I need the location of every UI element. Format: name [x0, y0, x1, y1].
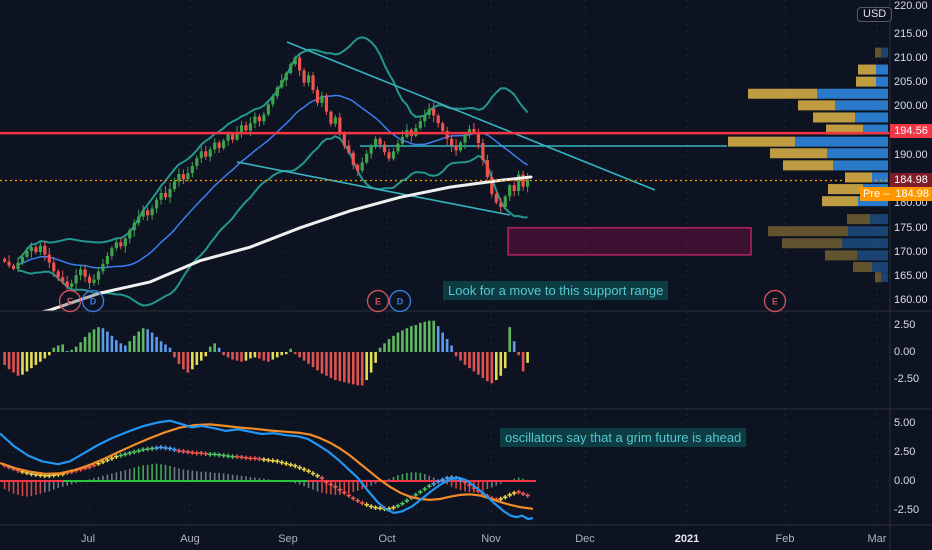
- price-axis-label: 190.00: [894, 149, 928, 161]
- currency-label: USD: [863, 8, 887, 20]
- svg-text:D: D: [397, 297, 404, 307]
- macd-axis-label: 0.00: [894, 346, 916, 358]
- chart-canvas[interactable]: EDEDE: [0, 0, 932, 550]
- trendline-2[interactable]: [236, 161, 511, 216]
- event-dividend[interactable]: D: [81, 289, 105, 313]
- svg-text:E: E: [375, 297, 381, 307]
- svg-text:E: E: [772, 297, 778, 307]
- time-axis-label: 2021: [674, 533, 700, 545]
- macd-histogram-pane[interactable]: [3, 320, 529, 386]
- time-axis-label: Nov: [481, 533, 501, 545]
- event-earnings[interactable]: E: [58, 289, 82, 313]
- oscillator-axis-label: 2.50: [894, 446, 916, 458]
- oscillator-note[interactable]: oscillators say that a grim future is ah…: [500, 428, 747, 447]
- oscillator-pane[interactable]: [0, 419, 536, 521]
- price-axis-label: 200.00: [894, 100, 928, 112]
- trading-chart-window: E D E D E USD 220.00 215.00 210.00 205.00 200.00…: [0, 0, 932, 550]
- price-axis-label: 165.00: [894, 270, 928, 282]
- trendline-1[interactable]: [286, 41, 656, 191]
- time-axis-label: Mar: [867, 533, 887, 545]
- price-axis-label: 220.00: [894, 0, 928, 12]
- price-axis-label: 160.00: [894, 294, 928, 306]
- alert-price-badge: 194.56: [890, 124, 932, 138]
- svg-text:E: E: [67, 297, 73, 307]
- price-pane[interactable]: [0, 36, 727, 322]
- last-price-badge: 184.98: [890, 173, 932, 187]
- time-axis-label: Dec: [575, 533, 595, 545]
- event-dividend[interactable]: D: [388, 289, 412, 313]
- event-earnings[interactable]: E: [763, 289, 787, 313]
- macd-axis-label: 2.50: [894, 319, 916, 331]
- candles-layer: [3, 52, 530, 292]
- price-axis-label: 170.00: [894, 246, 928, 258]
- oscillator-axis-label: -2.50: [894, 504, 920, 516]
- price-axis-label: 175.00: [894, 222, 928, 234]
- premarket-value: 184.98: [895, 188, 929, 200]
- support-zone-rect[interactable]: [507, 227, 752, 256]
- time-axis-label: Sep: [278, 533, 298, 545]
- premarket-label: Pre ‒: [863, 188, 890, 200]
- event-earnings[interactable]: E: [366, 289, 390, 313]
- oscillator-axis-label: 0.00: [894, 475, 916, 487]
- macd-axis-label: -2.50: [894, 373, 920, 385]
- premarket-price-badge: Pre ‒ 184.98: [860, 187, 932, 201]
- time-axis-label: Oct: [378, 533, 396, 545]
- svg-text:D: D: [90, 297, 97, 307]
- price-axis-label: 215.00: [894, 28, 928, 40]
- currency-toggle-button[interactable]: USD: [857, 7, 893, 22]
- time-axis-label: Aug: [180, 533, 200, 545]
- support-range-note[interactable]: Look for a move to this support range: [443, 281, 669, 300]
- price-axis-label: 210.00: [894, 52, 928, 64]
- time-axis-label: Jul: [80, 533, 96, 545]
- time-axis-label: Feb: [775, 533, 795, 545]
- oscillator-axis-label: 5.00: [894, 417, 916, 429]
- price-axis-label: 205.00: [894, 76, 928, 88]
- oscillator-slow-line: [0, 423, 534, 510]
